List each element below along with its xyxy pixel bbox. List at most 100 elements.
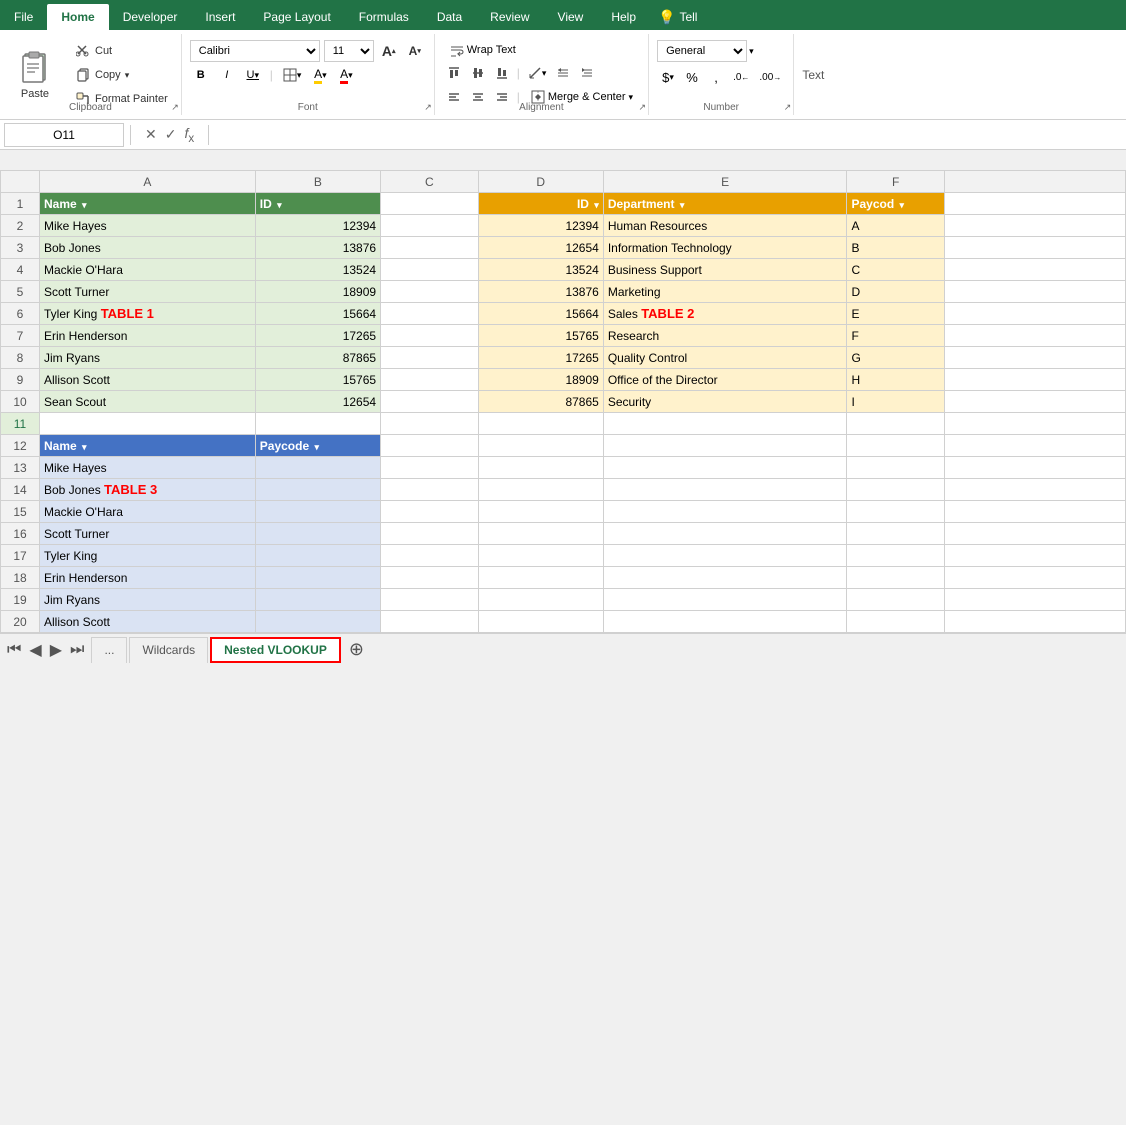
cell-C18[interactable] — [381, 567, 478, 589]
cell-F14[interactable] — [847, 479, 944, 501]
cell-F5[interactable]: D — [847, 281, 944, 303]
cell-E6[interactable]: Sales TABLE 2 — [603, 303, 847, 325]
borders-button[interactable]: ▾ — [279, 64, 306, 86]
cell-C11[interactable] — [381, 413, 478, 435]
cell-C20[interactable] — [381, 611, 478, 633]
cell-G13[interactable] — [944, 457, 1125, 479]
cell-F10[interactable]: I — [847, 391, 944, 413]
tab-home[interactable]: Home — [47, 4, 108, 30]
cancel-formula-icon[interactable]: ✕ — [145, 126, 157, 143]
cell-E20[interactable] — [603, 611, 847, 633]
cell-C9[interactable] — [381, 369, 478, 391]
cell-G4[interactable] — [944, 259, 1125, 281]
cell-A10[interactable]: Sean Scout — [39, 391, 255, 413]
cell-B13[interactable] — [255, 457, 380, 479]
cell-D9[interactable]: 18909 — [478, 369, 603, 391]
cell-F8[interactable]: G — [847, 347, 944, 369]
fill-color-button[interactable]: A ▾ — [309, 64, 331, 86]
tab-file[interactable]: File — [0, 4, 47, 30]
cell-C3[interactable] — [381, 237, 478, 259]
cell-E5[interactable]: Marketing — [603, 281, 847, 303]
tab-view[interactable]: View — [544, 4, 598, 30]
cell-B8[interactable]: 87865 — [255, 347, 380, 369]
cell-G1[interactable] — [944, 193, 1125, 215]
cell-E15[interactable] — [603, 501, 847, 523]
increase-decimal-button[interactable]: .00→ — [755, 66, 785, 88]
cell-F3[interactable]: B — [847, 237, 944, 259]
cell-B15[interactable] — [255, 501, 380, 523]
cell-F6[interactable]: E — [847, 303, 944, 325]
cell-F19[interactable] — [847, 589, 944, 611]
cell-F12[interactable] — [847, 435, 944, 457]
paste-button[interactable]: Paste — [8, 40, 62, 110]
bold-button[interactable]: B — [190, 64, 212, 86]
cell-C5[interactable] — [381, 281, 478, 303]
cell-B18[interactable] — [255, 567, 380, 589]
cell-G14[interactable] — [944, 479, 1125, 501]
clipboard-expand[interactable]: ↗ — [171, 102, 179, 113]
cell-B10[interactable]: 12654 — [255, 391, 380, 413]
cell-D4[interactable]: 13524 — [478, 259, 603, 281]
cell-C4[interactable] — [381, 259, 478, 281]
col-header-E[interactable]: E — [603, 171, 847, 193]
cell-E8[interactable]: Quality Control — [603, 347, 847, 369]
cell-D15[interactable] — [478, 501, 603, 523]
cell-G16[interactable] — [944, 523, 1125, 545]
cell-D12[interactable] — [478, 435, 603, 457]
cell-A16[interactable]: Scott Turner — [39, 523, 255, 545]
font-size-select[interactable]: 11 — [324, 40, 374, 62]
cell-F4[interactable]: C — [847, 259, 944, 281]
sheet-tab-wildcards[interactable]: Wildcards — [129, 637, 208, 663]
cell-E7[interactable]: Research — [603, 325, 847, 347]
comma-button[interactable]: , — [705, 66, 727, 88]
cell-G18[interactable] — [944, 567, 1125, 589]
tab-first-button[interactable]: ⏮ — [4, 641, 24, 659]
decrease-decimal-button[interactable]: .0← — [729, 66, 753, 88]
cell-A13[interactable]: Mike Hayes — [39, 457, 255, 479]
cell-F11[interactable] — [847, 413, 944, 435]
alignment-expand[interactable]: ↗ — [639, 102, 647, 113]
cell-E11[interactable] — [603, 413, 847, 435]
wrap-text-button[interactable]: Wrap Text — [443, 40, 523, 60]
cell-C1[interactable] — [381, 193, 478, 215]
cell-E18[interactable] — [603, 567, 847, 589]
confirm-formula-icon[interactable]: ✓ — [165, 126, 177, 143]
cell-E17[interactable] — [603, 545, 847, 567]
col-header-G[interactable] — [944, 171, 1125, 193]
tab-data[interactable]: Data — [423, 4, 476, 30]
align-top-button[interactable] — [443, 62, 465, 84]
cell-D3[interactable]: 12654 — [478, 237, 603, 259]
tab-last-button[interactable]: ⏭ — [67, 641, 87, 659]
tab-formulas[interactable]: Formulas — [345, 4, 423, 30]
cell-C14[interactable] — [381, 479, 478, 501]
cell-A14[interactable]: Bob Jones TABLE 3 — [39, 479, 255, 501]
italic-button[interactable]: I — [216, 64, 238, 86]
cell-D20[interactable] — [478, 611, 603, 633]
cell-F7[interactable]: F — [847, 325, 944, 347]
cell-E12[interactable] — [603, 435, 847, 457]
cell-C19[interactable] — [381, 589, 478, 611]
cell-A15[interactable]: Mackie O'Hara — [39, 501, 255, 523]
cell-D8[interactable]: 17265 — [478, 347, 603, 369]
cell-D16[interactable] — [478, 523, 603, 545]
currency-button[interactable]: $▾ — [657, 66, 679, 88]
underline-button[interactable]: U▾ — [242, 64, 264, 86]
cell-G9[interactable] — [944, 369, 1125, 391]
cell-G17[interactable] — [944, 545, 1125, 567]
cell-A19[interactable]: Jim Ryans — [39, 589, 255, 611]
cell-B16[interactable] — [255, 523, 380, 545]
sheet-tab-ellipsis[interactable]: ... — [91, 637, 127, 663]
indent-increase-button[interactable] — [576, 62, 598, 84]
indent-decrease-button[interactable] — [552, 62, 574, 84]
cell-G15[interactable] — [944, 501, 1125, 523]
cell-C12[interactable] — [381, 435, 478, 457]
cell-A17[interactable]: Tyler King — [39, 545, 255, 567]
cell-F20[interactable] — [847, 611, 944, 633]
cell-A1[interactable]: Name ▾ — [39, 193, 255, 215]
cell-E2[interactable]: Human Resources — [603, 215, 847, 237]
cell-G5[interactable] — [944, 281, 1125, 303]
number-expand[interactable]: ↗ — [784, 102, 792, 113]
cell-B17[interactable] — [255, 545, 380, 567]
cell-B9[interactable]: 15765 — [255, 369, 380, 391]
cell-B3[interactable]: 13876 — [255, 237, 380, 259]
